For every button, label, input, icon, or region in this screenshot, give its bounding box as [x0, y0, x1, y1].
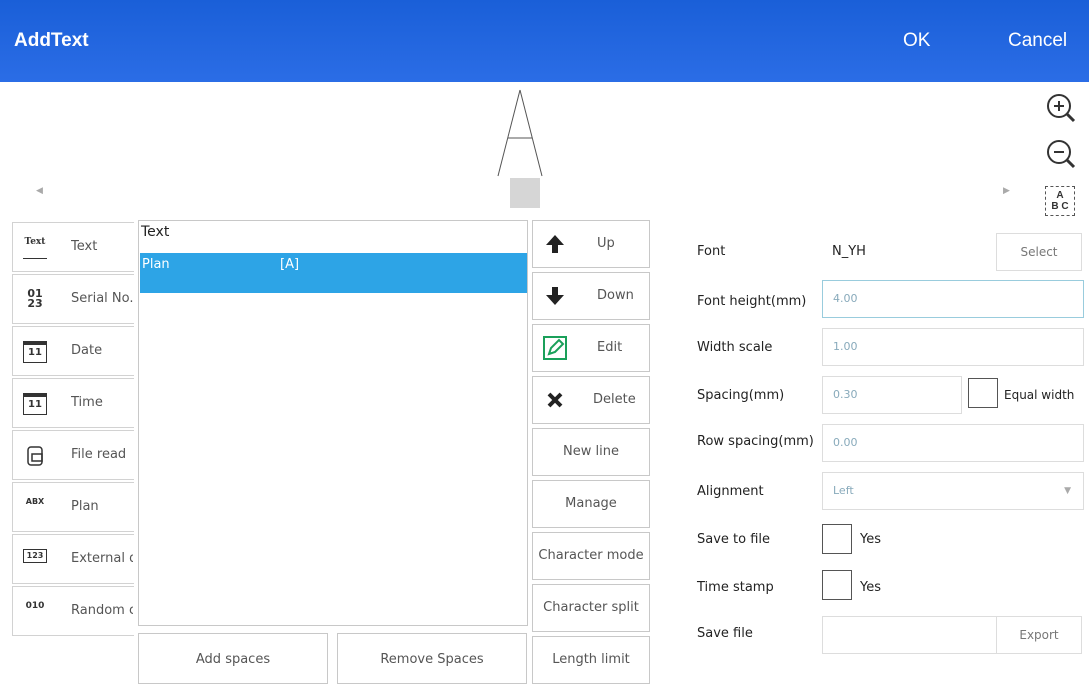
time-stamp-checkbox[interactable]: [822, 570, 852, 600]
export-button[interactable]: Export: [996, 616, 1082, 654]
arrow-down-icon: [546, 287, 564, 305]
font-height-label: Font height(mm): [697, 294, 807, 309]
equal-width-checkbox[interactable]: [968, 378, 998, 408]
text-icon: Text: [23, 237, 47, 259]
list-item-name: Plan: [142, 257, 170, 272]
tool-label: Serial No.: [71, 291, 133, 306]
font-value: N_YH: [832, 244, 866, 259]
zoom-out-icon[interactable]: [1045, 138, 1077, 170]
alignment-value: Left: [833, 484, 854, 497]
row-spacing-field[interactable]: 0.00: [822, 424, 1084, 462]
manage-label: Manage: [565, 496, 617, 511]
abc-icon[interactable]: A B C: [1045, 186, 1075, 216]
arrow-up-icon: [546, 235, 564, 253]
alignment-label: Alignment: [697, 484, 764, 499]
close-icon: [547, 392, 563, 408]
row-spacing-label: Row spacing(mm): [697, 434, 814, 449]
save-file-label: Save file: [697, 626, 753, 641]
edit-label: Edit: [597, 340, 623, 355]
time-stamp-yes: Yes: [860, 580, 881, 595]
cancel-button[interactable]: Cancel: [1008, 30, 1067, 52]
shuffle-icon: 010: [25, 601, 45, 611]
plan-icon: ABX: [25, 497, 45, 506]
character-split-button[interactable]: Character split: [532, 584, 650, 632]
alignment-select[interactable]: Left ▼: [822, 472, 1084, 510]
new-line-label: New line: [563, 444, 619, 459]
add-spaces-button[interactable]: Add spaces: [138, 633, 328, 684]
abc-top: A: [1056, 190, 1064, 201]
spacing-label: Spacing(mm): [697, 388, 785, 403]
title-bar: AddText OK Cancel: [0, 0, 1089, 82]
zoom-in-icon[interactable]: [1045, 92, 1077, 124]
tool-plan[interactable]: ABX Plan: [12, 482, 134, 532]
file-icon: [27, 446, 43, 466]
external-data-icon: 123: [23, 549, 47, 563]
window-title: AddText: [14, 30, 89, 51]
character-split-label: Character split: [543, 600, 639, 615]
serial-number-icon: 01 23: [27, 287, 43, 310]
tool-external-data[interactable]: 123 External d: [12, 534, 134, 584]
time-stamp-label: Time stamp: [697, 580, 774, 595]
character-mode-label: Character mode: [538, 548, 644, 563]
character-mode-button[interactable]: Character mode: [532, 532, 650, 580]
edit-button[interactable]: Edit: [532, 324, 650, 372]
calendar-icon: 11: [23, 393, 47, 415]
tool-time[interactable]: 11 Time: [12, 378, 134, 428]
down-button[interactable]: Down: [532, 272, 650, 320]
ok-button[interactable]: OK: [903, 30, 930, 52]
tool-label: Random c: [71, 603, 133, 618]
delete-label: Delete: [593, 392, 636, 407]
save-file-field[interactable]: [822, 616, 997, 654]
delete-button[interactable]: Delete: [532, 376, 650, 424]
list-item[interactable]: Plan [A]: [140, 253, 527, 293]
tool-label: Date: [71, 343, 103, 358]
equal-width-label: Equal width: [1004, 388, 1075, 402]
preview-glyph: [497, 89, 543, 177]
content-list[interactable]: Text Plan [A]: [138, 220, 528, 626]
tool-file-read[interactable]: File read: [12, 430, 134, 480]
manage-button[interactable]: Manage: [532, 480, 650, 528]
edit-icon: [543, 336, 567, 360]
length-limit-button[interactable]: Length limit: [532, 636, 650, 684]
spacing-field[interactable]: 0.30: [822, 376, 962, 414]
tool-random-code[interactable]: 010 Random c: [12, 586, 134, 636]
save-to-file-checkbox[interactable]: [822, 524, 852, 554]
tool-serial-no[interactable]: 01 23 Serial No.: [12, 274, 134, 324]
calendar-icon: 11: [23, 341, 47, 363]
new-line-button[interactable]: New line: [532, 428, 650, 476]
tool-label: File read: [71, 447, 127, 462]
tool-label: External d: [71, 551, 133, 566]
tool-label: Text: [71, 239, 98, 254]
save-to-file-label: Save to file: [697, 532, 771, 547]
font-height-field[interactable]: 4.00: [822, 280, 1084, 318]
list-header: Text: [141, 224, 170, 240]
tool-label: Plan: [71, 499, 99, 514]
remove-spaces-button[interactable]: Remove Spaces: [337, 633, 527, 684]
list-item-value: [A]: [280, 257, 300, 272]
tool-label: Time: [71, 395, 103, 410]
scroll-left-icon[interactable]: ◀: [36, 186, 43, 196]
down-label: Down: [597, 288, 634, 303]
up-button[interactable]: Up: [532, 220, 650, 268]
width-scale-label: Width scale: [697, 340, 773, 355]
text-cursor: [510, 178, 540, 208]
width-scale-field[interactable]: 1.00: [822, 328, 1084, 366]
font-label: Font: [697, 244, 726, 259]
scroll-right-icon[interactable]: ▶: [1003, 186, 1010, 196]
up-label: Up: [597, 236, 615, 251]
select-font-button[interactable]: Select: [996, 233, 1082, 271]
tool-text[interactable]: Text Text: [12, 222, 134, 272]
save-to-file-yes: Yes: [860, 532, 881, 547]
abc-bottom: B C: [1051, 201, 1069, 212]
chevron-down-icon: ▼: [1064, 486, 1071, 496]
length-limit-label: Length limit: [552, 652, 630, 667]
tool-date[interactable]: 11 Date: [12, 326, 134, 376]
